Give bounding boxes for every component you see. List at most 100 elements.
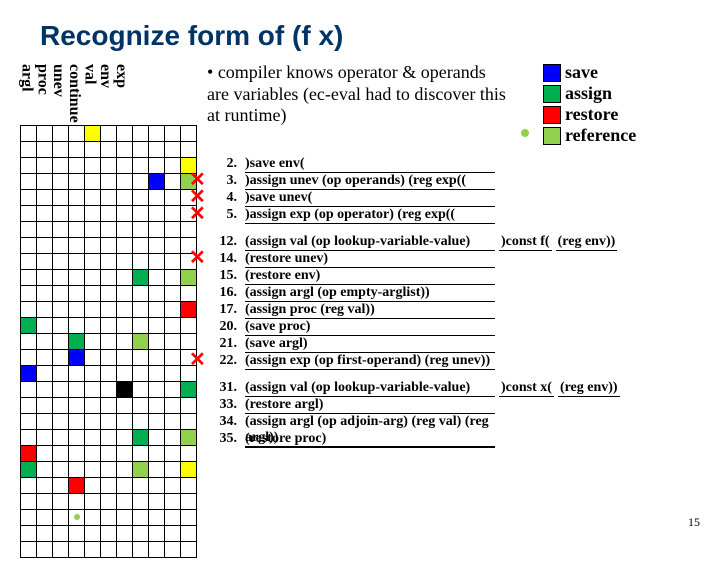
instruction-text: (assign exp (op first-operand) (reg unev… — [245, 353, 495, 370]
instruction-text: (assign proc (reg val)) — [245, 302, 495, 319]
grid-cell — [85, 285, 101, 301]
grid-cell — [149, 317, 165, 333]
grid-cell — [133, 381, 149, 397]
instruction-row: 33.(restore argl) — [207, 397, 700, 414]
activity-grid — [20, 125, 197, 558]
grid-cell — [101, 413, 117, 429]
legend-save: save — [543, 62, 636, 83]
grid-cell — [85, 541, 101, 557]
grid-cell — [133, 301, 149, 317]
grid-cell — [21, 445, 37, 461]
grid-cell — [101, 221, 117, 237]
grid-cell — [133, 541, 149, 557]
swatch-save — [543, 64, 561, 82]
grid-cell — [133, 397, 149, 413]
grid-cell — [165, 461, 181, 477]
grid-cell — [85, 397, 101, 413]
instruction-text: )save unev( — [245, 190, 495, 207]
grid-cell — [53, 429, 69, 445]
grid-cell — [85, 445, 101, 461]
grid-cell — [149, 429, 165, 445]
instruction-text: (assign val (op lookup-variable-value) — [245, 234, 495, 251]
grid-cell — [37, 173, 53, 189]
grid-cell — [53, 317, 69, 333]
grid-cell — [37, 285, 53, 301]
grid-cell — [149, 173, 165, 189]
line-number: 3. — [207, 173, 245, 189]
grid-cell — [69, 333, 85, 349]
grid-cell — [37, 125, 53, 141]
grid-cell — [37, 445, 53, 461]
grid-cell — [165, 221, 181, 237]
grid-cell — [21, 253, 37, 269]
line-number: 22. — [207, 353, 245, 369]
grid-cell — [53, 525, 69, 541]
legend-restore: restore — [543, 104, 636, 125]
grid-cell — [133, 237, 149, 253]
grid-cell — [69, 221, 85, 237]
grid-cell — [149, 205, 165, 221]
grid-cell — [133, 125, 149, 141]
grid-cell — [101, 189, 117, 205]
grid-cell — [37, 509, 53, 525]
grid-cell — [101, 349, 117, 365]
grid-cell — [101, 317, 117, 333]
grid-cell — [21, 493, 37, 509]
grid-cell — [101, 381, 117, 397]
instruction-text: )save env( — [245, 156, 495, 173]
grid-cell — [117, 461, 133, 477]
legend-reference: reference — [543, 125, 636, 146]
grid-cell — [181, 125, 197, 141]
line-number: 12. — [207, 234, 245, 250]
instruction-row: 12.(assign val (op lookup-variable-value… — [207, 234, 700, 251]
grid-cell — [101, 141, 117, 157]
grid-cell — [53, 205, 69, 221]
annotation: (reg env)) — [558, 380, 620, 397]
grid-cell — [165, 429, 181, 445]
grid-cell — [85, 349, 101, 365]
grid-cell — [149, 365, 165, 381]
grid-cell — [101, 285, 117, 301]
grid-cell — [101, 253, 117, 269]
grid-cell — [53, 269, 69, 285]
grid-cell — [101, 493, 117, 509]
grid-cell — [181, 445, 197, 461]
instruction-block: 31.(assign val (op lookup-variable-value… — [207, 380, 700, 448]
grid-cell — [133, 269, 149, 285]
grid-cell — [181, 301, 197, 317]
legend: save assign restore reference — [543, 62, 636, 146]
instruction-row: 3.)assign unev (op operands) (reg exp((✕ — [207, 173, 700, 190]
swatch-restore — [543, 106, 561, 124]
cross-icon: ✕ — [189, 207, 206, 222]
reference-dot — [517, 125, 533, 146]
grid-cell — [133, 429, 149, 445]
grid-cell — [181, 493, 197, 509]
grid-cell — [37, 253, 53, 269]
grid-cell — [149, 189, 165, 205]
instruction-block: 2.)save env(3.)assign unev (op operands)… — [207, 156, 700, 224]
grid-cell — [37, 397, 53, 413]
grid-cell — [101, 173, 117, 189]
grid-cell — [133, 141, 149, 157]
grid-cell — [21, 141, 37, 157]
grid-cell — [165, 541, 181, 557]
grid-cell — [149, 541, 165, 557]
grid-cell — [149, 269, 165, 285]
line-number: 15. — [207, 268, 245, 284]
grid-cell — [117, 157, 133, 173]
grid-cell — [181, 269, 197, 285]
grid-cell — [165, 253, 181, 269]
grid-cell — [133, 477, 149, 493]
instruction-text: (assign val (op lookup-variable-value) — [245, 380, 495, 397]
annotation: )const x( — [499, 380, 554, 397]
grid-cell — [69, 509, 85, 525]
grid-cell — [37, 365, 53, 381]
grid-cell — [85, 333, 101, 349]
grid-cell — [165, 157, 181, 173]
grid-cell — [85, 301, 101, 317]
grid-cell — [85, 253, 101, 269]
instruction-text: )assign exp (op operator) (reg exp(( — [245, 207, 495, 224]
grid-cell — [69, 381, 85, 397]
instruction-row: 17.(assign proc (reg val)) — [207, 302, 700, 319]
line-number: 34. — [207, 414, 245, 430]
